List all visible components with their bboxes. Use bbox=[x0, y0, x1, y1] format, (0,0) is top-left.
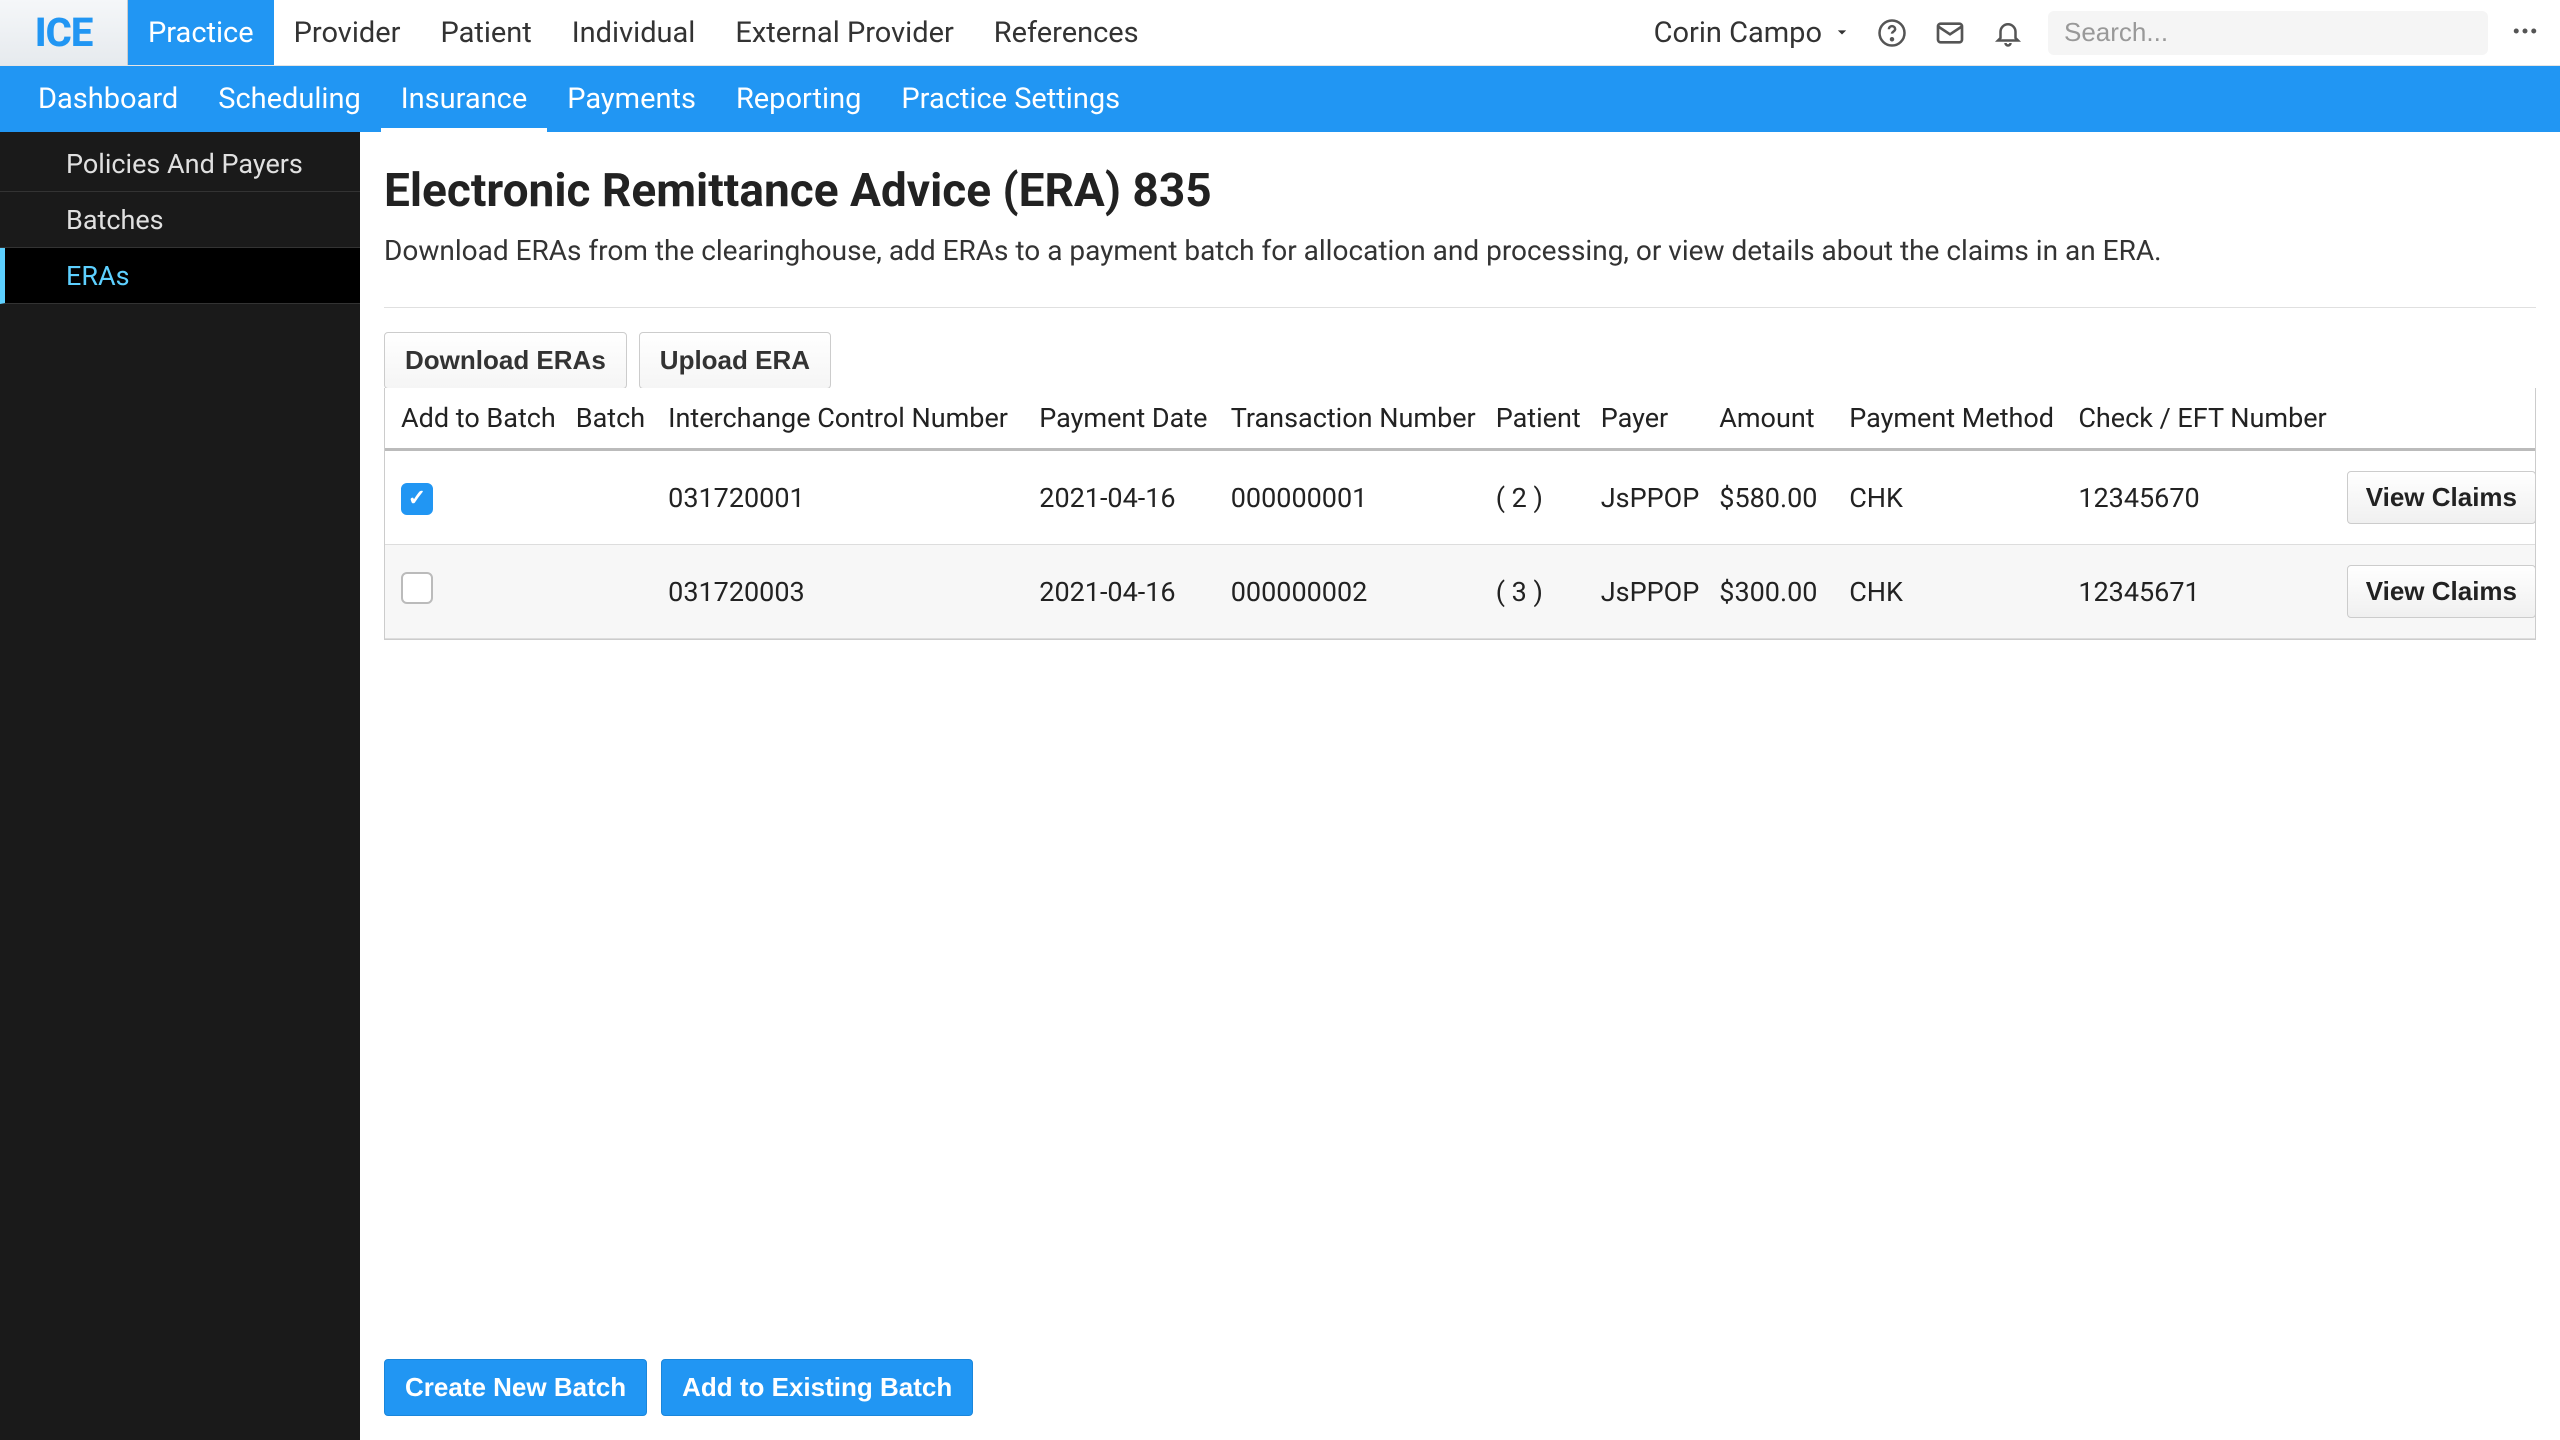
sidebar-item-policies[interactable]: Policies And Payers bbox=[0, 136, 360, 192]
cell-payment-method: CHK bbox=[1839, 450, 2068, 545]
th-check-number: Check / EFT Number bbox=[2068, 388, 2336, 450]
caret-down-icon bbox=[1832, 16, 1852, 50]
cell-patient: ( 2 ) bbox=[1486, 450, 1591, 545]
cell-transaction-number: 000000002 bbox=[1221, 545, 1486, 639]
topnav-external-provider[interactable]: External Provider bbox=[715, 0, 973, 65]
table-row: 0317200032021-04-16000000002( 3 )JsPPOP$… bbox=[385, 545, 2535, 639]
bell-icon[interactable] bbox=[1990, 15, 2026, 51]
subnav-payments[interactable]: Payments bbox=[547, 66, 716, 132]
cell-payment-date: 2021-04-16 bbox=[1029, 450, 1220, 545]
th-patient: Patient bbox=[1486, 388, 1591, 450]
upload-era-button[interactable]: Upload ERA bbox=[639, 332, 831, 389]
content-wrap: Policies And Payers Batches ERAs Electro… bbox=[0, 132, 2560, 1440]
more-icon[interactable] bbox=[2510, 16, 2540, 50]
era-table: Add to Batch Batch Interchange Control N… bbox=[385, 388, 2535, 639]
cell-icn: 031720003 bbox=[658, 545, 1029, 639]
mail-icon[interactable] bbox=[1932, 15, 1968, 51]
footer-actions: Create New Batch Add to Existing Batch bbox=[384, 1359, 973, 1416]
topnav-references[interactable]: References bbox=[974, 0, 1159, 65]
row-checkbox[interactable]: ✓ bbox=[401, 483, 433, 515]
th-transaction-number: Transaction Number bbox=[1221, 388, 1486, 450]
cell-payment-method: CHK bbox=[1839, 545, 2068, 639]
logo-text: ICE bbox=[35, 9, 93, 56]
subnav-practice-settings[interactable]: Practice Settings bbox=[881, 66, 1140, 132]
th-payment-method: Payment Method bbox=[1839, 388, 2068, 450]
subnav-insurance[interactable]: Insurance bbox=[381, 66, 547, 132]
th-action bbox=[2337, 388, 2535, 450]
topnav-individual[interactable]: Individual bbox=[552, 0, 716, 65]
help-icon[interactable] bbox=[1874, 15, 1910, 51]
top-nav: Practice Provider Patient Individual Ext… bbox=[128, 0, 1159, 65]
download-eras-button[interactable]: Download ERAs bbox=[384, 332, 627, 389]
cell-transaction-number: 000000001 bbox=[1221, 450, 1486, 545]
cell-amount: $300.00 bbox=[1709, 545, 1839, 639]
toolbar: Download ERAs Upload ERA bbox=[384, 332, 2536, 389]
divider bbox=[384, 307, 2536, 308]
th-amount: Amount bbox=[1709, 388, 1839, 450]
cell-batch bbox=[566, 545, 658, 639]
th-icn: Interchange Control Number bbox=[658, 388, 1029, 450]
search-input[interactable] bbox=[2048, 11, 2488, 55]
sidebar-item-eras[interactable]: ERAs bbox=[0, 248, 360, 304]
sidebar: Policies And Payers Batches ERAs bbox=[0, 132, 360, 1440]
cell-batch bbox=[566, 450, 658, 545]
logo[interactable]: ICE bbox=[0, 0, 128, 65]
sub-nav: Dashboard Scheduling Insurance Payments … bbox=[0, 66, 2560, 132]
sidebar-item-batches[interactable]: Batches bbox=[0, 192, 360, 248]
cell-check-number: 12345670 bbox=[2068, 450, 2336, 545]
topbar-right: Corin Campo bbox=[1654, 0, 2560, 65]
page-description: Download ERAs from the clearinghouse, ad… bbox=[384, 234, 2536, 267]
subnav-scheduling[interactable]: Scheduling bbox=[198, 66, 381, 132]
topnav-provider[interactable]: Provider bbox=[274, 0, 421, 65]
era-table-wrap: Add to Batch Batch Interchange Control N… bbox=[384, 388, 2536, 640]
topnav-practice[interactable]: Practice bbox=[128, 0, 274, 65]
cell-payer: JsPPOP bbox=[1591, 450, 1710, 545]
user-name: Corin Campo bbox=[1654, 16, 1822, 50]
th-batch: Batch bbox=[566, 388, 658, 450]
th-payment-date: Payment Date bbox=[1029, 388, 1220, 450]
row-checkbox[interactable] bbox=[401, 572, 433, 604]
user-menu[interactable]: Corin Campo bbox=[1654, 16, 1852, 50]
cell-payer: JsPPOP bbox=[1591, 545, 1710, 639]
view-claims-button[interactable]: View Claims bbox=[2347, 565, 2536, 618]
topbar: ICE Practice Provider Patient Individual… bbox=[0, 0, 2560, 66]
subnav-dashboard[interactable]: Dashboard bbox=[18, 66, 198, 132]
topnav-patient[interactable]: Patient bbox=[420, 0, 551, 65]
th-payer: Payer bbox=[1591, 388, 1710, 450]
cell-amount: $580.00 bbox=[1709, 450, 1839, 545]
cell-check-number: 12345671 bbox=[2068, 545, 2336, 639]
table-header-row: Add to Batch Batch Interchange Control N… bbox=[385, 388, 2535, 450]
cell-icn: 031720001 bbox=[658, 450, 1029, 545]
add-to-existing-batch-button[interactable]: Add to Existing Batch bbox=[661, 1359, 973, 1416]
subnav-reporting[interactable]: Reporting bbox=[716, 66, 881, 132]
th-add-to-batch: Add to Batch bbox=[385, 388, 566, 450]
table-row: ✓ 0317200012021-04-16000000001( 2 )JsPPOP… bbox=[385, 450, 2535, 545]
main: Electronic Remittance Advice (ERA) 835 D… bbox=[360, 132, 2560, 1440]
page-title: Electronic Remittance Advice (ERA) 835 bbox=[384, 164, 2536, 218]
view-claims-button[interactable]: View Claims bbox=[2347, 471, 2536, 524]
cell-patient: ( 3 ) bbox=[1486, 545, 1591, 639]
cell-payment-date: 2021-04-16 bbox=[1029, 545, 1220, 639]
create-new-batch-button[interactable]: Create New Batch bbox=[384, 1359, 647, 1416]
